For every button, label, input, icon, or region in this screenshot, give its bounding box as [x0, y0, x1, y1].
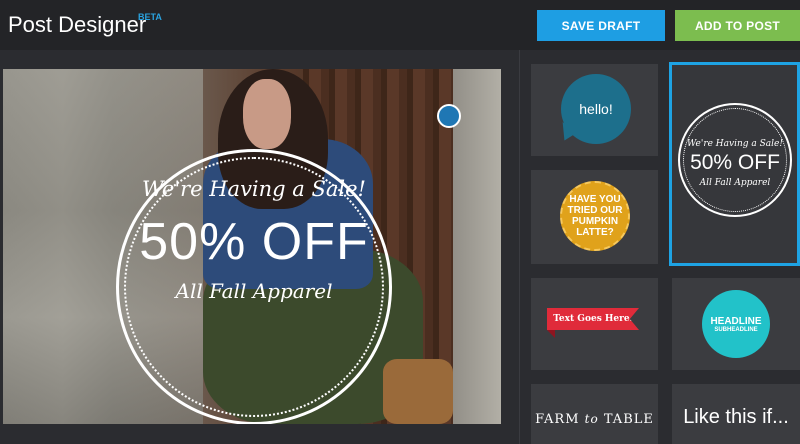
farm-word: FARM	[535, 412, 580, 427]
ribbon-fold-icon	[547, 330, 555, 338]
template-farm-to-table[interactable]: FARM to TABLE	[531, 384, 658, 444]
template-headline-circle[interactable]: HEADLINE SUBHEADLINE	[672, 278, 800, 370]
top-bar: Post Designer BETA SAVE DRAFT ADD TO POS…	[0, 0, 800, 50]
template-pumpkin-badge[interactable]: HAVE YOU TRIED OUR PUMPKIN LATTE?	[531, 170, 658, 264]
template-hello-bubble[interactable]: hello!	[531, 64, 658, 156]
resize-handle[interactable]	[437, 104, 461, 128]
design-canvas[interactable]: We're Having a Sale! 50% OFF All Fall Ap…	[3, 69, 501, 424]
to-word: to	[584, 412, 599, 426]
headline-circle: HEADLINE SUBHEADLINE	[702, 290, 770, 358]
save-draft-button[interactable]: SAVE DRAFT	[537, 10, 665, 41]
template-sale-line1: We're Having a Sale!	[687, 139, 783, 149]
photo-person-face	[243, 79, 291, 149]
app-title: Post Designer	[8, 12, 147, 37]
template-sale-line2: 50% OFF	[690, 151, 780, 174]
ribbon-banner: Text Goes Here.	[547, 308, 639, 330]
template-sale-line3: All Fall Apparel	[699, 178, 771, 188]
photo-person-boot	[383, 359, 453, 424]
overlay-headline: We're Having a Sale!	[142, 177, 366, 201]
headline-text: HEADLINE	[710, 315, 762, 327]
template-ribbon[interactable]: Text Goes Here.	[531, 278, 658, 370]
table-word: TABLE	[603, 412, 654, 427]
overlay-discount: 50% OFF	[139, 213, 369, 271]
overlay-subline: All Fall Apparel	[175, 279, 333, 303]
panel-divider	[519, 50, 520, 444]
subheadline-text: SUBHEADLINE	[714, 326, 758, 333]
farm-to-table-text: FARM to TABLE	[531, 412, 658, 427]
beta-badge: BETA	[138, 12, 162, 22]
pumpkin-badge-text: HAVE YOU TRIED OUR PUMPKIN LATTE?	[567, 194, 623, 238]
template-like-this[interactable]: Like this if...	[672, 384, 800, 444]
add-to-post-button[interactable]: ADD TO POST	[675, 10, 800, 41]
pumpkin-badge: HAVE YOU TRIED OUR PUMPKIN LATTE?	[560, 181, 630, 251]
template-sale-circle[interactable]: We're Having a Sale! 50% OFF All Fall Ap…	[669, 62, 800, 266]
speech-bubble: hello!	[561, 74, 631, 144]
like-this-text: Like this if...	[683, 406, 789, 428]
